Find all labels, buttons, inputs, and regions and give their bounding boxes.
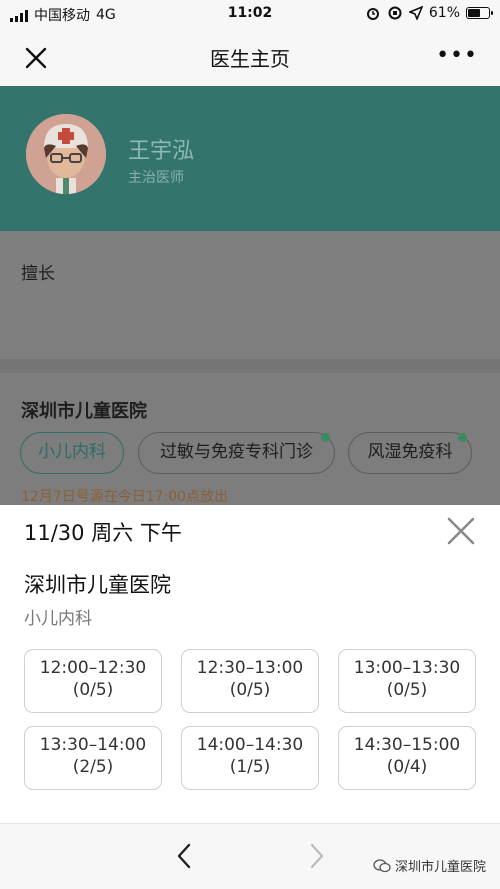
nav-bar: 医生主页 •••	[0, 28, 500, 86]
slot-time: 13:00–13:30	[353, 658, 461, 678]
doctor-avatar	[26, 114, 106, 194]
section-divider	[0, 359, 500, 373]
sheet-date: 11/30 周六 下午	[24, 521, 182, 545]
slot-count: (2/5)	[72, 757, 114, 777]
time-slot-button[interactable]: 14:00–14:30 (1/5)	[181, 726, 319, 790]
dept-chip-label: 过敏与免疫专科门诊	[160, 442, 313, 462]
slot-count: (0/5)	[386, 680, 428, 700]
time-slot-button[interactable]: 12:00–12:30 (0/5)	[24, 649, 162, 713]
time-slot-button[interactable]: 14:30–15:00 (0/4)	[338, 726, 476, 790]
orientation-lock-icon	[388, 6, 402, 20]
time-slot-button[interactable]: 13:00–13:30 (0/5)	[338, 649, 476, 713]
slot-count: (0/4)	[386, 757, 428, 777]
watermark-text: 深圳市儿童医院	[394, 860, 486, 875]
dept-chip-pediatrics[interactable]: 小儿内科	[20, 432, 124, 474]
slot-time: 12:00–12:30	[39, 658, 147, 678]
time-slot-button[interactable]: 12:30–13:00 (0/5)	[181, 649, 319, 713]
sheet-department: 小儿内科	[24, 609, 92, 629]
wechat-icon	[373, 858, 391, 872]
close-icon[interactable]	[446, 516, 476, 546]
slot-count: (0/5)	[229, 680, 271, 700]
slot-count: (1/5)	[229, 757, 271, 777]
availability-dot	[321, 433, 330, 442]
specialty-label: 擅长	[21, 264, 55, 284]
sheet-hospital: 深圳市儿童医院	[24, 573, 171, 597]
status-bar: 中国移动 4G 11:02 61%	[0, 0, 500, 28]
forward-arrow-icon[interactable]	[306, 841, 328, 871]
availability-dot	[458, 433, 467, 442]
hospital-heading: 深圳市儿童医院	[21, 401, 147, 422]
release-notice: 12月7日号源在今日17:00点放出	[21, 489, 229, 505]
slot-time: 14:00–14:30	[196, 735, 304, 755]
dept-chip-label: 风湿免疫科	[367, 442, 453, 462]
battery-icon	[466, 7, 493, 19]
dept-chip-label: 小儿内科	[38, 442, 106, 462]
doctor-name: 王宇泓	[128, 139, 195, 164]
slot-time: 13:30–14:00	[39, 735, 147, 755]
dept-chip-allergy[interactable]: 过敏与免疫专科门诊	[138, 432, 335, 474]
more-icon[interactable]: •••	[436, 45, 478, 67]
doctor-title: 主治医师	[128, 170, 184, 186]
specialty-section	[0, 231, 500, 359]
time-slot-button[interactable]: 13:30–14:00 (2/5)	[24, 726, 162, 790]
battery-percent: 61%	[428, 5, 460, 21]
page-title: 医生主页	[210, 47, 290, 71]
location-icon	[408, 6, 423, 20]
back-arrow-icon[interactable]	[173, 841, 195, 871]
slot-count: (0/5)	[72, 680, 114, 700]
watermark: 深圳市儿童医院	[373, 856, 486, 875]
alarm-icon	[366, 8, 379, 20]
dept-chip-rheumatology[interactable]: 风湿免疫科	[348, 432, 472, 474]
slot-time: 12:30–13:00	[196, 658, 304, 678]
slot-time: 14:30–15:00	[353, 735, 461, 755]
